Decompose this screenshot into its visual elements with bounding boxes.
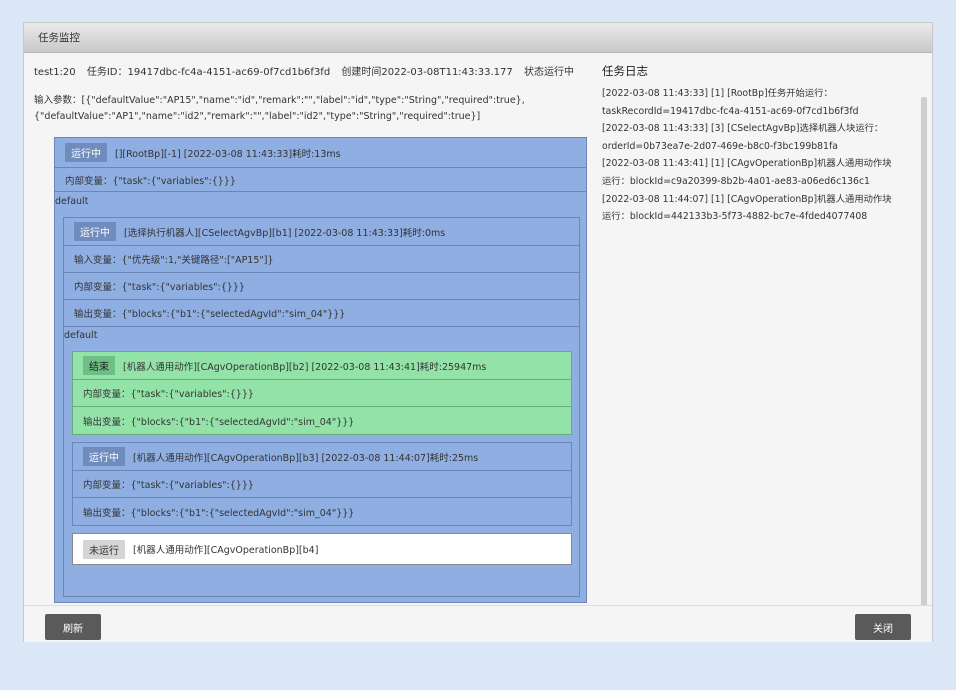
task-created: 创建时间2022-03-08T11:43:33.177 (341, 67, 513, 78)
dialog-title: 任务监控 (24, 23, 932, 53)
log-line: taskRecordId=19417dbc-fc4a-4151-ac69-0f7… (602, 105, 859, 117)
dialog-footer: 刷新 关闭 (24, 605, 932, 642)
internal-variables: 内部变量：{"task":{"variables":{}}} (73, 471, 571, 498)
status-badge: 运行中 (65, 143, 107, 162)
block-b1: 运行中 [选择执行机器人][CSelectAgvBp][b1] [2022-03… (63, 217, 580, 597)
input-variables-text: 输入变量：{"优先级":1,"关键路径":["AP15"]} (74, 255, 274, 266)
block-header: 运行中 [机器人通用动作][CAgvOperationBp][b3] [2022… (73, 443, 571, 471)
block-b4: 未运行 [机器人通用动作][CAgvOperationBp][b4] (72, 533, 572, 565)
internal-variables-text: 内部变量：{"task":{"variables":{}}} (83, 480, 254, 491)
block-title: [选择执行机器人][CSelectAgvBp][b1] [2022-03-08 … (124, 227, 446, 239)
log-line: [2022-03-08 11:43:41] [1] [CAgvOperation… (602, 158, 892, 170)
task-monitor-dialog: 任务监控 test1:20 任务ID：19417dbc-fc4a-4151-ac… (23, 22, 933, 642)
log-line: [2022-03-08 11:43:33] [3] [CSelectAgvBp]… (602, 123, 884, 135)
block-header: 未运行 [机器人通用动作][CAgvOperationBp][b4] (73, 534, 571, 564)
output-variables: 输出变量：{"blocks":{"b1":{"selectedAgvId":"s… (73, 498, 571, 525)
output-variables-text: 输出变量：{"blocks":{"b1":{"selectedAgvId":"s… (83, 507, 355, 519)
block-b3: 运行中 [机器人通用动作][CAgvOperationBp][b3] [2022… (72, 442, 572, 526)
task-status: 状态运行中 (523, 67, 574, 78)
internal-variables-text: 内部变量：{"task":{"variables":{}}} (74, 282, 245, 293)
internal-variables-text: 内部变量：{"task":{"variables":{}}} (65, 175, 236, 187)
log-line: [2022-03-08 11:43:33] [1] [RootBp]任务开始运行… (602, 88, 833, 99)
output-variables: 输出变量：{"blocks":{"b1":{"selectedAgvId":"s… (73, 407, 571, 434)
internal-variables: 内部变量：{"task":{"variables":{}}} (55, 168, 586, 192)
log-line: 运行：blockId=c9a20399-8b2b-4a01-ae83-a06ed… (602, 175, 870, 187)
block-title: [机器人通用动作][CAgvOperationBp][b4] (133, 545, 319, 556)
log-line: orderId=0b73ea7e-2d07-469e-b8c0-f3bc199b… (602, 140, 838, 152)
status-badge: 结束 (83, 356, 115, 375)
log-title: 任务日志 (602, 64, 648, 78)
task-name: test1:20 (34, 67, 76, 78)
task-log: [2022-03-08 11:43:33] [1] [RootBp]任务开始运行… (602, 85, 902, 226)
log-line: 运行：blockId=442133b3-5f73-4882-bc7e-4fded… (602, 211, 868, 223)
internal-variables-text: 内部变量：{"task":{"variables":{}}} (83, 389, 254, 400)
block-title: [][RootBp][-1] [2022-03-08 11:43:33]耗时:1… (115, 148, 341, 160)
task-info: test1:20 任务ID：19417dbc-fc4a-4151-ac69-0f… (34, 63, 582, 78)
log-line: [2022-03-08 11:44:07] [1] [CAgvOperation… (602, 193, 892, 205)
block-header: 运行中 [][RootBp][-1] [2022-03-08 11:43:33]… (55, 138, 586, 168)
status-badge: 运行中 (74, 222, 116, 241)
block-b2: 结束 [机器人通用动作][CAgvOperationBp][b2] [2022-… (72, 351, 572, 435)
status-badge: 运行中 (83, 447, 125, 466)
block-header: 结束 [机器人通用动作][CAgvOperationBp][b2] [2022-… (73, 352, 571, 380)
vertical-scrollbar[interactable] (921, 97, 927, 625)
output-variables-text: 输出变量：{"blocks":{"b1":{"selectedAgvId":"s… (74, 309, 346, 320)
input-params-line: {"defaultValue":"AP1","name":"id2","rema… (34, 111, 481, 122)
default-label: default (55, 196, 89, 207)
internal-variables: 内部变量：{"task":{"variables":{}}} (64, 273, 579, 300)
dialog-content: test1:20 任务ID：19417dbc-fc4a-4151-ac69-0f… (24, 53, 927, 625)
output-variables: 输出变量：{"blocks":{"b1":{"selectedAgvId":"s… (64, 300, 579, 327)
block-header: 运行中 [选择执行机器人][CSelectAgvBp][b1] [2022-03… (64, 218, 579, 246)
input-params-line: 输入参数：[{"defaultValue":"AP15","name":"id"… (34, 95, 525, 106)
output-variables-text: 输出变量：{"blocks":{"b1":{"selectedAgvId":"s… (83, 416, 355, 428)
scrollbar-thumb[interactable] (921, 97, 927, 607)
block-title: [机器人通用动作][CAgvOperationBp][b2] [2022-03-… (123, 361, 487, 373)
internal-variables: 内部变量：{"task":{"variables":{}}} (73, 380, 571, 407)
default-label: default (64, 330, 98, 341)
refresh-button[interactable]: 刷新 (45, 614, 101, 640)
task-id: 任务ID：19417dbc-fc4a-4151-ac69-0f7cd1b6f3f… (86, 67, 331, 78)
input-params: 输入参数：[{"defaultValue":"AP15","name":"id"… (34, 93, 554, 125)
status-badge: 未运行 (83, 539, 125, 559)
block-root: 运行中 [][RootBp][-1] [2022-03-08 11:43:33]… (54, 137, 587, 603)
input-variables: 输入变量：{"优先级":1,"关键路径":["AP15"]} (64, 246, 579, 273)
block-title: [机器人通用动作][CAgvOperationBp][b3] [2022-03-… (133, 452, 479, 464)
close-button[interactable]: 关闭 (855, 614, 911, 640)
